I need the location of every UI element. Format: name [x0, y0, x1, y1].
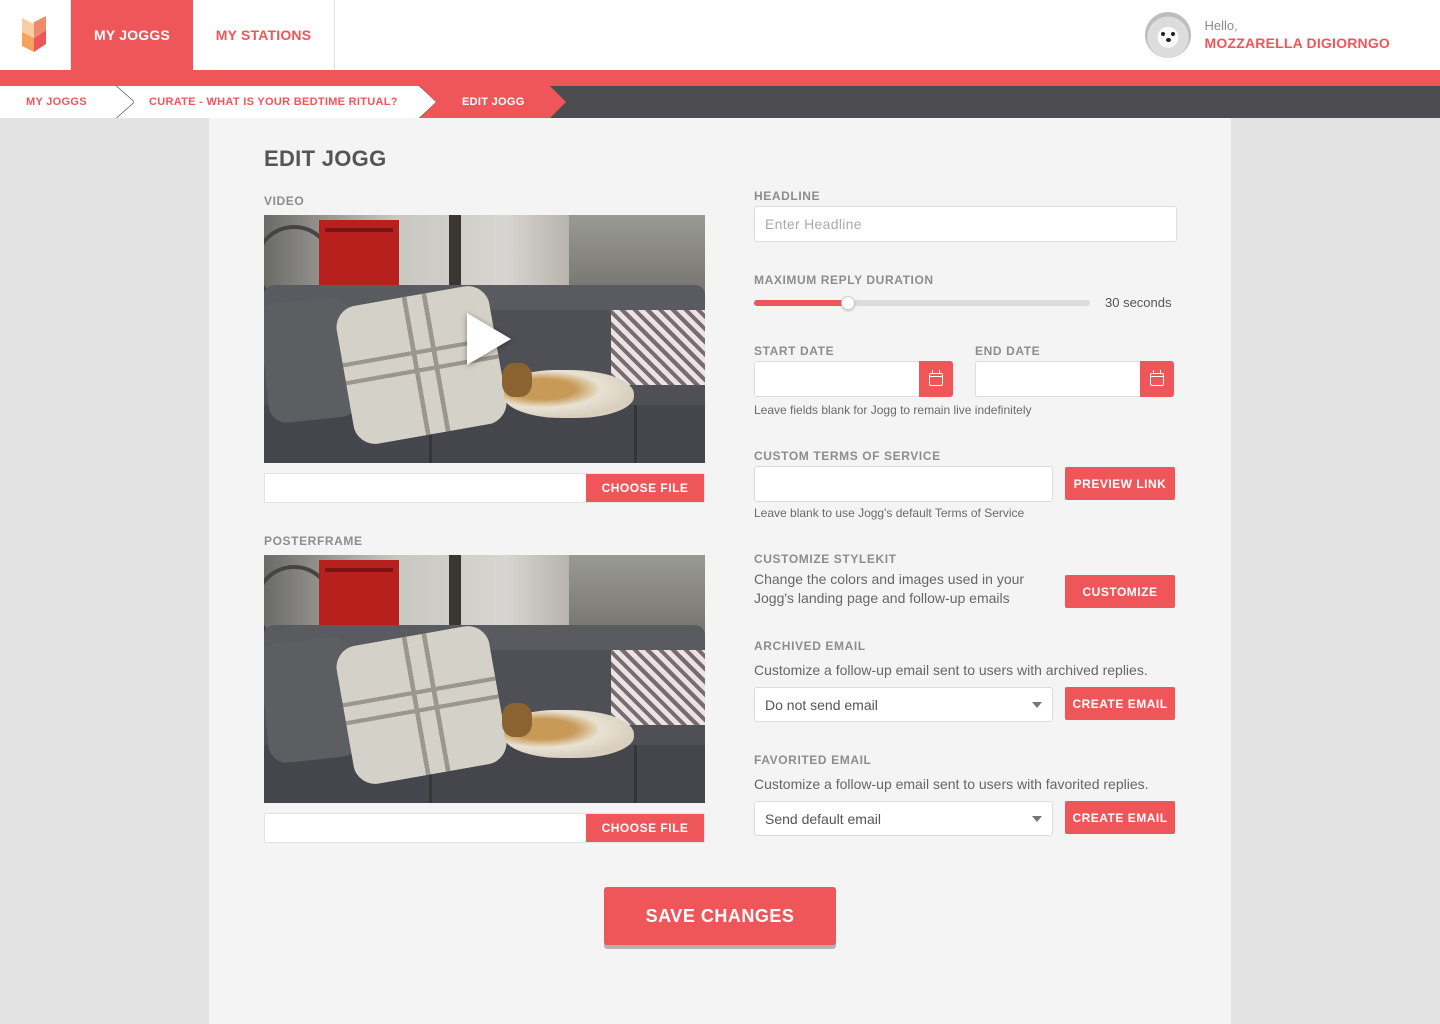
- headline-label: HEADLINE: [754, 189, 821, 203]
- video-file-name: [265, 474, 586, 502]
- end-date-input[interactable]: [975, 361, 1142, 397]
- video-label: VIDEO: [264, 194, 305, 208]
- chevron-down-icon: [1032, 816, 1042, 822]
- calendar-icon: [1150, 369, 1164, 386]
- breadcrumb: CURATE - WHAT IS YOUR BEDTIME RITUAL? MY…: [0, 86, 1440, 118]
- greeting-text: Hello,: [1204, 18, 1238, 33]
- terms-input[interactable]: [754, 466, 1053, 502]
- video-file-field[interactable]: CHOOSE FILE: [264, 473, 705, 503]
- posterframe-file-name: [265, 814, 586, 842]
- breadcrumb-item-edit-jogg: EDIT JOGG: [420, 86, 566, 118]
- start-date-input[interactable]: [754, 361, 921, 397]
- terms-label: CUSTOM TERMS OF SERVICE: [754, 449, 941, 463]
- tab-my-joggs[interactable]: MY JOGGS: [71, 0, 193, 70]
- create-favorited-email-button[interactable]: CREATE EMAIL: [1065, 801, 1175, 834]
- stylekit-description: Change the colors and images used in you…: [754, 571, 1025, 606]
- terms-help-text: Leave blank to use Jogg's default Terms …: [754, 506, 1025, 520]
- video-preview[interactable]: [264, 215, 705, 463]
- breadcrumb-item-curate[interactable]: CURATE - WHAT IS YOUR BEDTIME RITUAL?: [116, 86, 436, 118]
- tab-my-stations[interactable]: MY STATIONS: [193, 0, 335, 70]
- slider-fill: [754, 300, 849, 306]
- favorited-email-select[interactable]: Send default email: [754, 801, 1053, 836]
- reply-duration-value: 30 seconds: [1105, 295, 1172, 310]
- jogg-logo-icon: [22, 16, 46, 52]
- start-date-calendar-button[interactable]: [919, 361, 953, 397]
- play-icon[interactable]: [467, 313, 511, 365]
- archived-email-select[interactable]: Do not send email: [754, 687, 1053, 722]
- favorited-email-description: Customize a follow-up email sent to user…: [754, 776, 1149, 792]
- dates-help-text: Leave fields blank for Jogg to remain li…: [754, 403, 1032, 417]
- favorited-email-selected: Send default email: [765, 810, 881, 827]
- user-menu[interactable]: Hello, MOZZARELLA DIGIORNGO: [1144, 12, 1390, 58]
- customize-button[interactable]: CUSTOMIZE: [1065, 575, 1175, 608]
- reply-duration-slider[interactable]: [754, 296, 1090, 310]
- archived-email-selected: Do not send email: [765, 696, 878, 713]
- stylekit-label: CUSTOMIZE STYLEKIT: [754, 552, 897, 566]
- save-changes-button[interactable]: SAVE CHANGES: [604, 887, 836, 945]
- archived-email-label: ARCHIVED EMAIL: [754, 639, 866, 653]
- calendar-icon: [929, 369, 943, 386]
- accent-bar: [0, 70, 1440, 86]
- posterframe-image: [264, 555, 705, 803]
- posterframe-preview: [264, 555, 705, 803]
- posterframe-label: POSTERFRAME: [264, 534, 363, 548]
- avatar-icon: [1144, 12, 1191, 58]
- preview-link-button[interactable]: PREVIEW LINK: [1065, 467, 1175, 500]
- posterframe-file-field[interactable]: CHOOSE FILE: [264, 813, 705, 843]
- favorited-email-label: FAVORITED EMAIL: [754, 753, 872, 767]
- end-date-calendar-button[interactable]: [1140, 361, 1174, 397]
- headline-input[interactable]: [754, 206, 1177, 242]
- edit-jogg-panel: EDIT JOGG VIDEO CHOOSE FILE POSTERFRAME …: [209, 118, 1231, 1024]
- page-title: EDIT JOGG: [264, 146, 387, 171]
- slider-handle[interactable]: [841, 296, 856, 310]
- posterframe-choose-file-button[interactable]: CHOOSE FILE: [586, 814, 704, 842]
- chevron-down-icon: [1032, 702, 1042, 708]
- user-name: MOZZARELLA DIGIORNGO: [1204, 35, 1390, 51]
- logo-link[interactable]: [0, 0, 71, 70]
- archived-email-description: Customize a follow-up email sent to user…: [754, 662, 1148, 678]
- reply-duration-label: MAXIMUM REPLY DURATION: [754, 273, 934, 287]
- create-archived-email-button[interactable]: CREATE EMAIL: [1065, 687, 1175, 720]
- breadcrumb-item-my-joggs[interactable]: MY JOGGS: [0, 86, 134, 118]
- video-choose-file-button[interactable]: CHOOSE FILE: [586, 474, 704, 502]
- top-navigation: MY JOGGS MY STATIONS Hello, MOZZARELLA D…: [0, 0, 1440, 70]
- end-date-label: END DATE: [975, 344, 1041, 358]
- start-date-label: START DATE: [754, 344, 835, 358]
